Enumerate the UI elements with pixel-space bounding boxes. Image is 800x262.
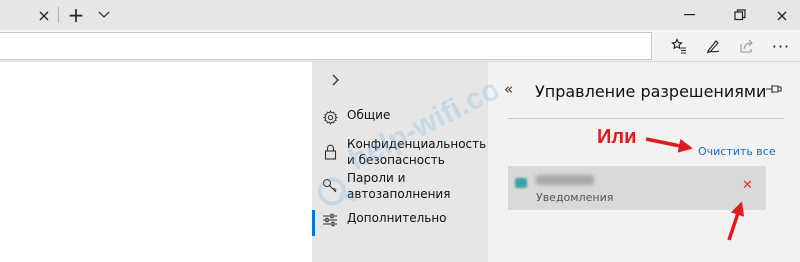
site-url-blurred (536, 175, 594, 185)
page-title: Управление разрешениями (535, 82, 767, 101)
nav-item-general[interactable]: Общие (312, 107, 488, 129)
window-close-icon[interactable]: × (764, 0, 800, 30)
permissions-panel: « Управление разрешениями Очистить все У… (488, 62, 800, 262)
remove-icon[interactable]: ✕ (742, 178, 753, 193)
sliders-icon (322, 212, 338, 228)
active-indicator (312, 210, 315, 236)
title-bar: × + × (0, 0, 800, 30)
lock-icon (322, 144, 338, 160)
site-permission-card[interactable]: Уведомления ✕ (508, 166, 766, 210)
gear-icon (322, 109, 338, 125)
key-icon (322, 178, 338, 194)
back-icon[interactable]: « (504, 80, 513, 98)
pen-icon[interactable] (698, 30, 728, 62)
permission-type: Уведомления (536, 191, 614, 204)
chevron-down-icon[interactable] (92, 0, 116, 30)
settings-nav: Общие Конфиденциальность и безопасность … (312, 62, 488, 262)
clear-all-link[interactable]: Очистить все (698, 145, 776, 158)
divider (508, 118, 784, 119)
new-tab-icon[interactable]: + (62, 0, 90, 30)
nav-item-passwords[interactable]: Пароли и автозаполнения (312, 170, 488, 204)
site-favicon-icon (515, 178, 527, 188)
nav-item-advanced[interactable]: Дополнительно (312, 210, 488, 236)
minimize-icon[interactable] (672, 0, 708, 30)
share-icon[interactable] (732, 30, 762, 62)
restore-icon[interactable] (722, 0, 758, 30)
more-icon[interactable]: ··· (766, 30, 796, 62)
nav-item-label: Дополнительно (347, 211, 447, 225)
address-bar[interactable] (0, 32, 652, 60)
nav-item-label: Конфиденциальность и безопасность (347, 137, 487, 167)
nav-item-label: Общие (347, 108, 391, 122)
favorites-icon[interactable] (664, 30, 694, 62)
toolbar: ··· (0, 30, 800, 62)
tab-divider (58, 7, 59, 23)
nav-item-privacy[interactable]: Конфиденциальность и безопасность (312, 136, 488, 170)
tab-close-icon[interactable]: × (30, 0, 58, 30)
annotation-label: Или (597, 126, 637, 148)
pin-icon[interactable] (762, 79, 786, 99)
nav-item-label: Пароли и автозаполнения (347, 171, 451, 201)
chevron-right-icon[interactable] (324, 68, 348, 92)
